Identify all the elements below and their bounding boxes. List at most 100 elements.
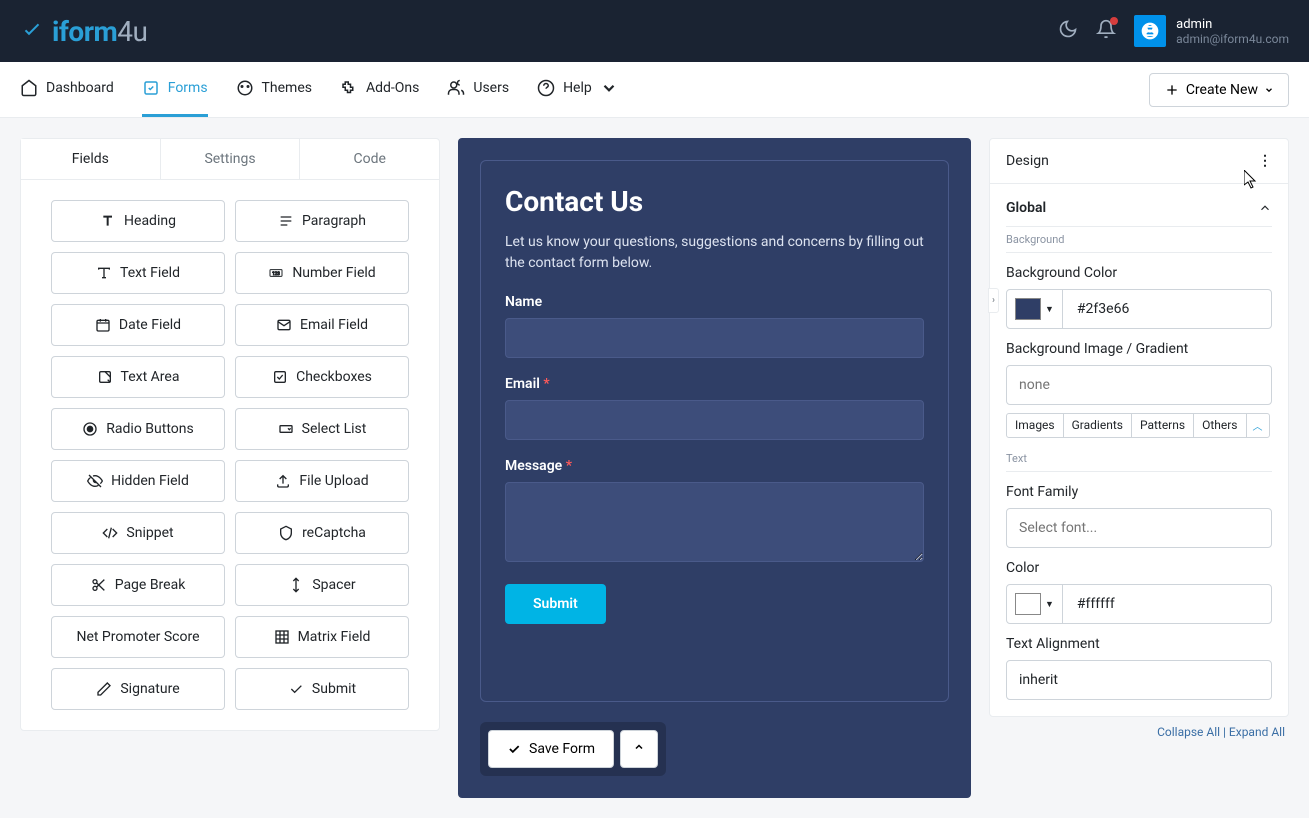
dark-mode-icon[interactable] xyxy=(1058,19,1078,43)
help-icon xyxy=(537,79,555,97)
field-select[interactable]: Select List xyxy=(235,408,409,450)
field-paragraph[interactable]: Paragraph xyxy=(235,200,409,242)
save-form-dropdown[interactable] xyxy=(620,730,658,768)
svg-text:123: 123 xyxy=(272,271,280,277)
form-card[interactable]: Contact Us Let us know your questions, s… xyxy=(480,160,949,702)
text-color-value[interactable]: #ffffff xyxy=(1063,585,1271,623)
email-label: Email * xyxy=(505,376,924,392)
nav-help[interactable]: Help xyxy=(537,62,618,117)
paragraph-icon xyxy=(278,213,294,229)
collapse-expand-row: Collapse All | Expand All xyxy=(989,717,1289,739)
design-panel: Design ⋮ Global Background Background Co… xyxy=(989,138,1289,717)
field-snippet[interactable]: Snippet xyxy=(51,512,225,554)
notification-dot xyxy=(1110,17,1118,25)
bg-color-value[interactable]: #2f3e66 xyxy=(1063,290,1271,328)
text-color-picker[interactable]: ▼ #ffffff xyxy=(1006,584,1272,624)
tag-others[interactable]: Others xyxy=(1193,413,1246,438)
tab-fields[interactable]: Fields xyxy=(21,139,161,179)
chevron-up-icon xyxy=(633,741,645,753)
user-name: admin xyxy=(1176,17,1289,32)
message-textarea[interactable] xyxy=(505,482,924,562)
home-icon xyxy=(20,79,38,97)
bg-image-input[interactable] xyxy=(1006,365,1272,405)
email-input[interactable] xyxy=(505,400,924,440)
tab-code[interactable]: Code xyxy=(300,139,439,179)
field-pagebreak[interactable]: Page Break xyxy=(51,564,225,606)
form-icon xyxy=(142,79,160,97)
expand-all-link[interactable]: Expand All xyxy=(1229,725,1285,739)
text-subheading: Text xyxy=(1006,452,1272,472)
text-color-label: Color xyxy=(1006,560,1272,576)
message-label: Message * xyxy=(505,458,924,474)
tag-gradients[interactable]: Gradients xyxy=(1063,413,1132,438)
nav-themes[interactable]: Themes xyxy=(236,62,312,117)
textarea-icon xyxy=(97,369,113,385)
field-email[interactable]: Email Field xyxy=(235,304,409,346)
field-heading[interactable]: Heading xyxy=(51,200,225,242)
topbar: iform4u admin admin@iform4u.com xyxy=(0,0,1309,62)
palette-icon xyxy=(236,79,254,97)
field-submit[interactable]: Submit xyxy=(235,668,409,710)
section-global[interactable]: Global xyxy=(1006,200,1272,227)
puzzle-icon xyxy=(340,79,358,97)
design-title: Design xyxy=(1006,153,1049,169)
tab-settings[interactable]: Settings xyxy=(161,139,301,179)
create-new-button[interactable]: Create New xyxy=(1149,73,1289,107)
bg-color-label: Background Color xyxy=(1006,265,1272,281)
code-icon xyxy=(102,525,118,541)
checkbox-icon xyxy=(272,369,288,385)
text-field-icon xyxy=(96,265,112,281)
hidden-icon xyxy=(87,473,103,489)
field-matrix[interactable]: Matrix Field xyxy=(235,616,409,658)
field-spacer[interactable]: Spacer xyxy=(235,564,409,606)
nav-addons[interactable]: Add-Ons xyxy=(340,62,419,117)
plus-icon xyxy=(1164,82,1180,98)
field-recaptcha[interactable]: reCaptcha xyxy=(235,512,409,554)
radio-icon xyxy=(82,421,98,437)
field-textarea[interactable]: Text Area xyxy=(51,356,225,398)
navbar: Dashboard Forms Themes Add-Ons Users Hel… xyxy=(0,62,1309,118)
font-family-select[interactable] xyxy=(1006,508,1272,548)
text-color-swatch xyxy=(1015,593,1041,615)
chevron-down-icon xyxy=(1264,85,1274,95)
name-input[interactable] xyxy=(505,318,924,358)
logo[interactable]: iform4u xyxy=(20,15,147,48)
name-label: Name xyxy=(505,294,924,310)
form-description: Let us know your questions, suggestions … xyxy=(505,232,924,274)
form-submit-button[interactable]: Submit xyxy=(505,584,606,624)
upload-icon xyxy=(275,473,291,489)
bg-color-swatch xyxy=(1015,298,1041,320)
field-signature[interactable]: Signature xyxy=(51,668,225,710)
expand-panel-handle[interactable]: › xyxy=(988,288,999,313)
field-date[interactable]: Date Field xyxy=(51,304,225,346)
field-radio[interactable]: Radio Buttons xyxy=(51,408,225,450)
field-nps[interactable]: Net Promoter Score xyxy=(51,616,225,658)
text-align-select[interactable] xyxy=(1006,660,1272,700)
select-icon xyxy=(278,421,294,437)
font-family-label: Font Family xyxy=(1006,484,1272,500)
field-hidden[interactable]: Hidden Field xyxy=(51,460,225,502)
chevron-up-icon xyxy=(1258,201,1272,215)
collapse-all-link[interactable]: Collapse All xyxy=(1157,725,1220,739)
user-email: admin@iform4u.com xyxy=(1176,32,1289,46)
bg-color-picker[interactable]: ▼ #2f3e66 xyxy=(1006,289,1272,329)
field-file[interactable]: File Upload xyxy=(235,460,409,502)
text-align-label: Text Alignment xyxy=(1006,636,1272,652)
form-canvas: Contact Us Let us know your questions, s… xyxy=(458,138,971,798)
nav-dashboard[interactable]: Dashboard xyxy=(20,62,114,117)
field-number[interactable]: 123Number Field xyxy=(235,252,409,294)
calendar-icon xyxy=(95,317,111,333)
design-menu-icon[interactable]: ⋮ xyxy=(1258,153,1272,169)
notifications-icon[interactable] xyxy=(1096,19,1116,43)
tag-images[interactable]: Images xyxy=(1006,413,1064,438)
save-form-button[interactable]: Save Form xyxy=(488,730,614,768)
chevron-down-icon xyxy=(600,79,618,97)
tag-patterns[interactable]: Patterns xyxy=(1131,413,1194,438)
check-icon xyxy=(288,681,304,697)
field-text[interactable]: Text Field xyxy=(51,252,225,294)
tag-collapse[interactable]: ︿ xyxy=(1246,413,1270,438)
user-menu[interactable]: admin admin@iform4u.com xyxy=(1134,15,1289,47)
nav-users[interactable]: Users xyxy=(447,62,509,117)
nav-forms[interactable]: Forms xyxy=(142,62,208,117)
field-checkboxes[interactable]: Checkboxes xyxy=(235,356,409,398)
